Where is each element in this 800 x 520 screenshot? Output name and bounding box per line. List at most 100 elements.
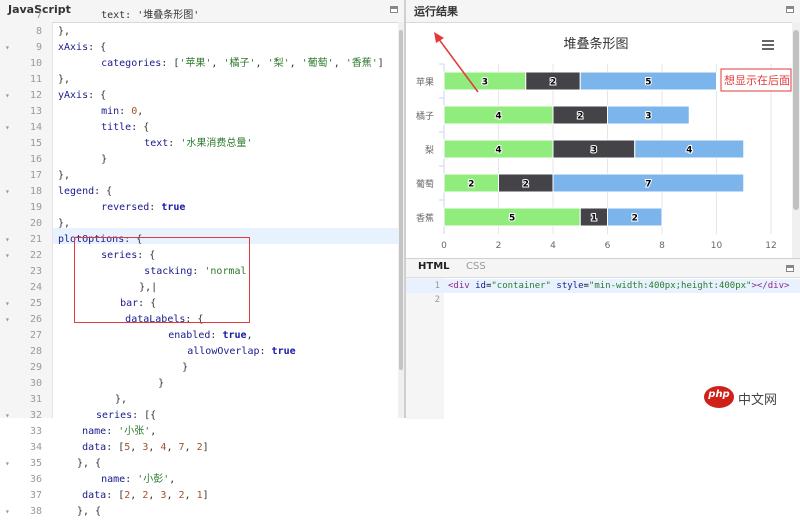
code-line[interactable]: 10 categories: ['苹果', '橘子', '梨', '葡萄', '… <box>0 56 404 72</box>
category-label: 梨 <box>425 144 434 156</box>
fold-chevron-icon[interactable]: ▾ <box>5 88 15 104</box>
line-number: 33 <box>29 426 42 437</box>
line-number: 9 <box>35 42 42 53</box>
code-line[interactable]: 37 data: [2, 2, 3, 2, 1] <box>0 488 404 504</box>
fold-chevron-icon[interactable]: ▾ <box>5 296 15 312</box>
code-text: }, { <box>77 506 102 517</box>
fold-chevron-icon[interactable]: ▾ <box>5 232 15 248</box>
result-header: 运行结果 <box>406 0 800 23</box>
line-number: 34 <box>29 442 42 453</box>
code-line[interactable]: 36 name: '小彭', <box>0 472 404 488</box>
code-line[interactable]: ▾ 9 xAxis: { <box>0 40 404 56</box>
x-tick-label: 0 <box>441 241 447 251</box>
tab-html[interactable]: HTML <box>418 261 450 272</box>
line-number: 2 <box>434 295 440 305</box>
code-line[interactable]: 17}, <box>0 168 404 184</box>
fold-chevron-icon[interactable]: ▾ <box>5 312 15 328</box>
code-text: }, <box>58 218 71 229</box>
code-line[interactable]: 28 allowOverlap: true <box>0 344 404 360</box>
code-text: reversed: true <box>101 202 186 213</box>
code-line[interactable]: 8}, <box>0 24 404 40</box>
annotation-box <box>74 237 250 323</box>
result-scrollbar-thumb[interactable] <box>793 30 799 210</box>
fold-chevron-icon[interactable]: ▾ <box>5 408 15 424</box>
category-label: 苹果 <box>416 76 434 88</box>
fold-chevron-icon[interactable]: ▾ <box>5 504 15 520</box>
code-text: title: { <box>101 122 150 133</box>
line-number: 26 <box>29 314 42 325</box>
code-line[interactable]: ▾ 18 legend: { <box>0 184 404 200</box>
code-text: enabled: true, <box>168 330 253 341</box>
chart-container: 堆叠条形图 苹果 3 2 5 橘子 4 2 3 梨 4 3 4 葡萄 2 2 7 香蕉 5 1 2 0 2 4 6 8 10 12 想显… <box>406 22 792 258</box>
code-text: text: '堆叠条形图' <box>77 10 200 21</box>
result-pane: 运行结果 堆叠条形图 苹果 3 2 5 橘子 4 2 3 梨 4 3 4 葡萄 2 2 7 香蕉 5 1 2 0 2 4 6 8 1… <box>406 0 800 258</box>
fold-chevron-icon[interactable]: ▾ <box>5 120 15 136</box>
line-number: 35 <box>29 458 42 469</box>
code-line[interactable]: ▾ 14 title: { <box>0 120 404 136</box>
line-number: 32 <box>29 410 42 421</box>
code-text: } <box>134 378 165 389</box>
data-label: 3 <box>482 78 488 88</box>
html-code-line[interactable]: 1 <div id="container" style="min-width:40… <box>406 279 800 293</box>
x-tick-label: 12 <box>765 241 776 251</box>
html-code-line[interactable]: 2 <box>406 293 800 307</box>
data-label: 5 <box>645 78 651 88</box>
data-label: 5 <box>509 214 515 224</box>
code-text: data: [2, 2, 3, 2, 1] <box>82 490 209 501</box>
code-text: yAxis: { <box>58 90 107 101</box>
line-number: 37 <box>29 490 42 501</box>
code-line[interactable]: 31}, <box>0 392 404 408</box>
code-text: data: [5, 3, 4, 7, 2] <box>82 442 209 453</box>
tab-css[interactable]: CSS <box>466 261 486 272</box>
code-line[interactable]: 27 enabled: true, <box>0 328 404 344</box>
watermark-text: 中文网 <box>738 393 778 408</box>
code-line[interactable]: 34 data: [5, 3, 4, 7, 2] <box>0 440 404 456</box>
right-pane: 运行结果 堆叠条形图 苹果 3 2 5 橘子 4 2 3 梨 4 3 4 葡萄 2 2 7 香蕉 5 1 2 0 2 4 6 8 1… <box>406 0 800 419</box>
stacked-bar-chart: 堆叠条形图苹果 3 2 5橘子 4 2 3梨 4 3 4葡萄 2 2 7香蕉 5 1 20 2 4 6 8 10 12想显… <box>416 32 792 251</box>
line-number: 29 <box>29 362 42 373</box>
maximize-icon[interactable] <box>786 6 794 13</box>
code-line[interactable]: 20}, <box>0 216 404 232</box>
data-label: 2 <box>577 112 583 122</box>
code-line[interactable]: 11}, <box>0 72 404 88</box>
code-line[interactable]: 30 } <box>0 376 404 392</box>
code-text: legend: { <box>58 186 113 197</box>
line-number: 23 <box>29 266 42 277</box>
editor-scrollbar-thumb[interactable] <box>399 30 403 370</box>
code-line[interactable]: ▾ 38 }, { <box>0 504 404 520</box>
line-number: 21 <box>29 234 42 245</box>
line-number: 38 <box>29 506 42 517</box>
line-number: 10 <box>29 58 42 69</box>
code-line[interactable]: ▾ 12 yAxis: { <box>0 88 404 104</box>
data-label: 2 <box>632 214 638 224</box>
fold-chevron-icon[interactable]: ▾ <box>5 184 15 200</box>
code-text: categories: ['苹果', '橘子', '梨', '葡萄', '香蕉'… <box>101 58 384 69</box>
code-text: name: '小彭', <box>101 474 176 485</box>
code-line[interactable]: 7 text: '堆叠条形图' <box>0 8 404 24</box>
maximize-icon[interactable] <box>786 265 794 272</box>
code-text: }, { <box>77 458 102 469</box>
category-label: 葡萄 <box>416 178 434 190</box>
fold-chevron-icon[interactable]: ▾ <box>5 248 15 264</box>
code-line[interactable]: 13 min: 0, <box>0 104 404 120</box>
line-number: 22 <box>29 250 42 261</box>
php-logo-text: php <box>708 389 730 400</box>
code-line[interactable]: ▾ 32 series: [{ <box>0 408 404 424</box>
line-number: 28 <box>29 346 42 357</box>
data-label: 7 <box>645 180 651 190</box>
code-line[interactable]: 15 text: '水果消费总量' <box>0 136 404 152</box>
x-tick-label: 6 <box>605 241 611 251</box>
code-text: series: [{ <box>96 410 157 421</box>
hamburger-menu-icon[interactable] <box>762 40 774 50</box>
fold-chevron-icon[interactable]: ▾ <box>5 40 15 56</box>
data-label: 2 <box>468 180 474 190</box>
code-line[interactable]: 16 } <box>0 152 404 168</box>
category-label: 香蕉 <box>416 212 434 224</box>
data-label: 4 <box>686 146 692 156</box>
code-line[interactable]: 19 reversed: true <box>0 200 404 216</box>
code-line[interactable]: ▾ 35 }, { <box>0 456 404 472</box>
fold-chevron-icon[interactable]: ▾ <box>5 456 15 472</box>
code-line[interactable]: 29 } <box>0 360 404 376</box>
code-text: }, <box>115 394 128 405</box>
code-line[interactable]: 33 name: '小张', <box>0 424 404 440</box>
